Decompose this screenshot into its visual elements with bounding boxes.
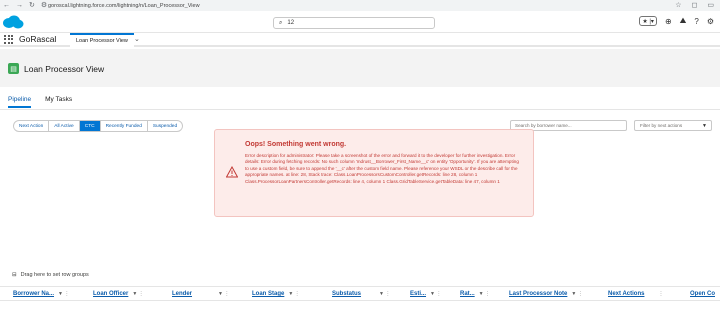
filter-all-active[interactable]: All Active (49, 121, 80, 131)
grid-header: Borrower Na... ▼ ⋮ Loan Officer ▼ ⋮ Lender… (0, 286, 720, 301)
chevron-down-icon[interactable]: ⌄ (134, 35, 140, 43)
column-rate[interactable]: Rat... ▼ ⋮ (460, 287, 490, 301)
pipeline-card: Pipeline My Tasks Next Action All Active… (0, 87, 720, 327)
filter-menu-icon[interactable]: ▼ ⋮ (571, 291, 582, 297)
column-borrower-name[interactable]: Borrower Na... ▼ ⋮ (13, 287, 69, 301)
app-name: GoRascal (19, 34, 57, 44)
column-label: Substatus (332, 291, 362, 297)
status-filter-group: Next Action All Active CTC Recently Fund… (13, 120, 184, 132)
forward-icon[interactable]: → (16, 2, 23, 9)
nav-tab-loan-processor-view[interactable]: Loan Processor View (70, 33, 134, 47)
column-label: Esti... (410, 291, 427, 297)
page-header: ▤ Loan Processor View (0, 49, 720, 91)
column-label: Borrower Na... (13, 291, 55, 297)
column-label: Rat... (460, 291, 475, 297)
filter-menu-icon[interactable]: ▼ ⋮ (430, 291, 441, 297)
filter-menu-icon[interactable]: ▼ ⋮ (379, 291, 390, 297)
favorites-button[interactable]: ★ |▾ (639, 16, 657, 26)
row-group-drop-zone[interactable]: ⊟ Drag here to set row groups (12, 272, 89, 278)
column-label: Next Actions (608, 291, 645, 297)
tab-pipeline[interactable]: Pipeline (8, 96, 32, 108)
setup-gear-icon[interactable]: ⚙ (707, 17, 714, 26)
add-icon[interactable]: ⊕ (665, 17, 672, 26)
warning-icon (226, 166, 238, 178)
search-value: 12 (287, 20, 295, 26)
back-icon[interactable]: ← (3, 2, 10, 9)
global-header: ⌕ 12 ★ |▾ ⊕ ⛰ ? ⚙ (0, 11, 720, 33)
dropdown-arrow-icon: ▼ (702, 122, 707, 129)
tab-my-tasks[interactable]: My Tasks (45, 96, 72, 108)
filter-menu-icon[interactable]: ⋮ (658, 291, 663, 297)
error-panel: Oops! Something went wrong. Error descri… (214, 129, 534, 217)
window-icon[interactable]: ◻ (692, 1, 698, 9)
site-settings-icon[interactable]: ⚙ (41, 2, 47, 9)
row-group-label: Drag here to set row groups (20, 272, 89, 278)
filter-recently-funded[interactable]: Recently Funded (101, 121, 148, 131)
browser-nav: ← → ↻ ⚙ (0, 2, 48, 9)
filter-suspended[interactable]: Suspended (148, 121, 182, 131)
salesforce-logo-icon[interactable] (2, 15, 24, 30)
error-message: Error description for administrator: Ple… (245, 153, 519, 184)
column-label: Open Co (690, 291, 715, 297)
trailhead-icon[interactable]: ⛰ (680, 16, 687, 26)
next-actions-select[interactable]: Filter by next actions ▼ (634, 120, 712, 131)
column-next-actions[interactable]: Next Actions ⋮ (608, 287, 663, 301)
next-actions-placeholder: Filter by next actions (640, 123, 683, 128)
column-estimated[interactable]: Esti... ▼ ⋮ (410, 287, 441, 301)
column-label: Last Processor Note (509, 291, 568, 297)
column-lender[interactable]: Lender ▼ ⋮ (172, 287, 229, 301)
reload-icon[interactable]: ↻ (29, 2, 35, 9)
nav-tab-label: Loan Processor View (76, 38, 128, 44)
global-search-input[interactable]: ⌕ 12 (273, 17, 435, 29)
page-app-icon: ▤ (8, 63, 19, 74)
app-navigation: GoRascal Loan Processor View ⌄ (0, 33, 720, 47)
filter-menu-icon[interactable]: ▼ ⋮ (218, 291, 229, 297)
view-tabs: Pipeline My Tasks (8, 96, 72, 108)
search-icon: ⌕ (279, 19, 283, 26)
filter-ctc[interactable]: CTC (79, 121, 101, 131)
browser-toolbar: ← → ↻ ⚙ goroscal.lightning.force.com/lig… (0, 0, 720, 11)
filter-menu-icon[interactable]: ▼ ⋮ (58, 291, 69, 297)
column-loan-officer[interactable]: Loan Officer ▼ ⋮ (93, 287, 144, 301)
tab-icon[interactable]: ▭ (707, 1, 714, 9)
filter-menu-icon[interactable]: ▼ ⋮ (288, 291, 299, 297)
filter-menu-icon[interactable]: ▼ ⋮ (132, 291, 143, 297)
column-label: Loan Officer (93, 291, 129, 297)
column-loan-stage[interactable]: Loan Stage ▼ ⋮ (252, 287, 300, 301)
filter-next-action[interactable]: Next Action (14, 121, 50, 131)
column-substatus[interactable]: Substatus ▼ ⋮ (332, 287, 390, 301)
address-bar[interactable]: goroscal.lightning.force.com/lightning/n… (48, 3, 200, 9)
filter-menu-icon[interactable]: ▼ ⋮ (479, 291, 490, 297)
column-last-processor-note[interactable]: Last Processor Note ▼ ⋮ (509, 287, 583, 301)
page-title: Loan Processor View (24, 64, 105, 74)
help-icon[interactable]: ? (694, 17, 698, 26)
column-label: Lender (172, 291, 193, 297)
bookmark-star-icon[interactable]: ☆ (675, 1, 681, 9)
column-open-conditions[interactable]: Open Co (690, 287, 715, 301)
app-launcher-icon[interactable] (4, 34, 13, 44)
tab-divider (0, 109, 720, 110)
row-group-icon: ⊟ (12, 272, 17, 278)
error-title: Oops! Something went wrong. (245, 141, 347, 148)
column-label: Loan Stage (252, 291, 285, 297)
